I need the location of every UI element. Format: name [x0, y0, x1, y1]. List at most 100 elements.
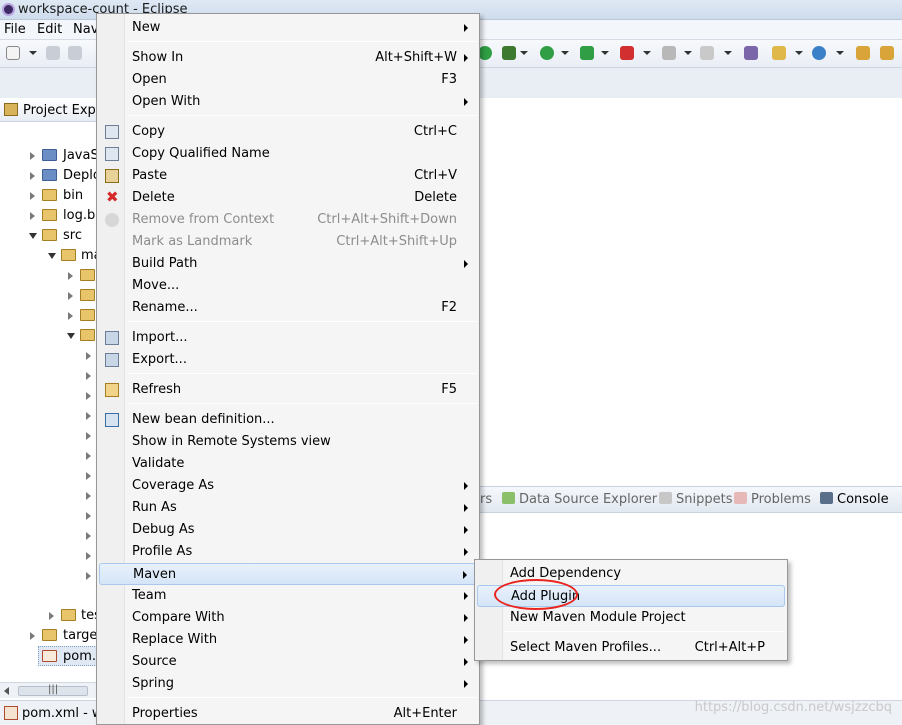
- menu-item-build-path[interactable]: Build Path: [99, 253, 477, 275]
- tree-item[interactable]: Deplo: [0, 166, 101, 186]
- menu-item-coverage-as[interactable]: Coverage As: [99, 475, 477, 497]
- tree-item[interactable]: [0, 286, 97, 306]
- menu-item-properties[interactable]: Properties Alt+Enter: [99, 703, 477, 725]
- menu-item-maven[interactable]: Maven: [99, 563, 477, 585]
- stop-icon[interactable]: [620, 46, 634, 60]
- menu-item-select-maven-profiles[interactable]: Select Maven Profiles... Ctrl+Alt+P: [477, 637, 785, 659]
- expand-arrow-icon[interactable]: [86, 492, 91, 500]
- expand-arrow-icon[interactable]: [86, 392, 91, 400]
- scroll-left-icon[interactable]: [4, 687, 9, 695]
- tab-data-source-explorer[interactable]: Data Source Explorer: [502, 492, 657, 507]
- menu-item-copy[interactable]: Copy Ctrl+C: [99, 121, 477, 143]
- menu-edit[interactable]: Edit: [37, 22, 62, 37]
- menu-item-copy-qualified-name[interactable]: Copy Qualified Name: [99, 143, 477, 165]
- spell-check-icon[interactable]: [744, 46, 758, 60]
- tree-item-selected[interactable]: pom.x: [38, 646, 104, 666]
- collapse-arrow-icon[interactable]: [29, 233, 37, 239]
- menu-item-export[interactable]: Export...: [99, 349, 477, 371]
- menu-item-show-in-remote-systems[interactable]: Show in Remote Systems view: [99, 431, 477, 453]
- menu-item-import[interactable]: Import...: [99, 327, 477, 349]
- menu-item-new[interactable]: New: [99, 17, 477, 39]
- menu-item-validate[interactable]: Validate: [99, 453, 477, 475]
- chevron-down-icon[interactable]: [520, 51, 528, 55]
- expand-arrow-icon[interactable]: [68, 292, 73, 300]
- tab-console[interactable]: Console: [820, 492, 889, 507]
- tree-item[interactable]: src: [0, 226, 97, 246]
- new-wizard-icon[interactable]: [772, 46, 786, 60]
- expand-arrow-icon[interactable]: [86, 372, 91, 380]
- spring-icon[interactable]: [812, 46, 826, 60]
- debug-icon[interactable]: [502, 46, 516, 60]
- menu-item-paste[interactable]: Paste Ctrl+V: [99, 165, 477, 187]
- tab-snippets[interactable]: Snippets: [659, 492, 732, 507]
- menu-item-new-bean-definition[interactable]: New bean definition...: [99, 409, 477, 431]
- menu-item-run-as[interactable]: Run As: [99, 497, 477, 519]
- chevron-down-icon[interactable]: [561, 51, 569, 55]
- server-icon[interactable]: [700, 46, 714, 60]
- tree-item[interactable]: log.ba: [0, 206, 103, 226]
- menu-item-move[interactable]: Move...: [99, 275, 477, 297]
- collapse-arrow-icon[interactable]: [48, 253, 56, 259]
- expand-arrow-icon[interactable]: [86, 572, 91, 580]
- expand-arrow-icon[interactable]: [86, 452, 91, 460]
- chevron-down-icon[interactable]: [601, 51, 609, 55]
- chevron-down-icon[interactable]: [836, 51, 844, 55]
- run-icon[interactable]: [540, 46, 554, 60]
- expand-arrow-icon[interactable]: [30, 172, 35, 180]
- menu-item-compare-with[interactable]: Compare With: [99, 607, 477, 629]
- tree-item[interactable]: bin: [0, 186, 97, 206]
- menu-item-replace-with[interactable]: Replace With: [99, 629, 477, 651]
- tree-item[interactable]: [0, 326, 97, 346]
- menu-item-spring[interactable]: Spring: [99, 673, 477, 695]
- expand-arrow-icon[interactable]: [86, 472, 91, 480]
- chevron-down-icon[interactable]: [684, 51, 692, 55]
- expand-arrow-icon[interactable]: [86, 552, 91, 560]
- terminate-icon[interactable]: [662, 46, 676, 60]
- expand-arrow-icon[interactable]: [30, 192, 35, 200]
- save-icon[interactable]: [46, 46, 60, 60]
- tree-item[interactable]: target: [0, 626, 103, 646]
- tab-servers-partial[interactable]: rs: [480, 492, 492, 507]
- expand-arrow-icon[interactable]: [68, 272, 73, 280]
- project-explorer-tab[interactable]: Project Explo: [0, 98, 107, 122]
- menu-item-open-with[interactable]: Open With: [99, 91, 477, 113]
- chevron-down-icon[interactable]: [795, 51, 803, 55]
- expand-arrow-icon[interactable]: [30, 212, 35, 220]
- expand-arrow-icon[interactable]: [86, 352, 91, 360]
- menu-item-show-in[interactable]: Show In Alt+Shift+W: [99, 47, 477, 69]
- tree-item[interactable]: [0, 306, 97, 326]
- menu-item-debug-as[interactable]: Debug As: [99, 519, 477, 541]
- chevron-down-icon[interactable]: [724, 51, 732, 55]
- menu-file[interactable]: File: [4, 22, 26, 37]
- horizontal-scrollbar[interactable]: |||: [0, 682, 97, 698]
- new-icon[interactable]: [6, 46, 20, 60]
- menu-item-team[interactable]: Team: [99, 585, 477, 607]
- menu-item-new-maven-module-project[interactable]: New Maven Module Project: [477, 607, 785, 629]
- run-external-icon[interactable]: [580, 46, 594, 60]
- tree-item[interactable]: tes: [0, 606, 101, 626]
- menu-navigate[interactable]: Nav: [73, 22, 98, 37]
- expand-arrow-icon[interactable]: [86, 432, 91, 440]
- chevron-down-icon[interactable]: [29, 51, 37, 55]
- tab-problems[interactable]: Problems: [734, 492, 811, 507]
- open-type-icon[interactable]: [856, 46, 870, 60]
- expand-arrow-icon[interactable]: [68, 312, 73, 320]
- menu-item-source[interactable]: Source: [99, 651, 477, 673]
- menu-item-refresh[interactable]: Refresh F5: [99, 379, 477, 401]
- collapse-arrow-icon[interactable]: [67, 333, 75, 339]
- menu-item-profile-as[interactable]: Profile As: [99, 541, 477, 563]
- open-folder-icon[interactable]: [880, 46, 894, 60]
- save-all-icon[interactable]: [68, 46, 82, 60]
- menu-item-rename[interactable]: Rename... F2: [99, 297, 477, 319]
- expand-arrow-icon[interactable]: [86, 532, 91, 540]
- tree-item[interactable]: [0, 266, 97, 286]
- menu-item-open[interactable]: Open F3: [99, 69, 477, 91]
- expand-arrow-icon[interactable]: [49, 612, 54, 620]
- expand-arrow-icon[interactable]: [30, 152, 35, 160]
- expand-arrow-icon[interactable]: [86, 512, 91, 520]
- tree-item[interactable]: ma: [0, 246, 102, 266]
- tree-item[interactable]: JavaS: [0, 146, 99, 166]
- sync-icon[interactable]: [478, 46, 492, 60]
- expand-arrow-icon[interactable]: [86, 412, 91, 420]
- menu-item-delete[interactable]: ✖ Delete Delete: [99, 187, 477, 209]
